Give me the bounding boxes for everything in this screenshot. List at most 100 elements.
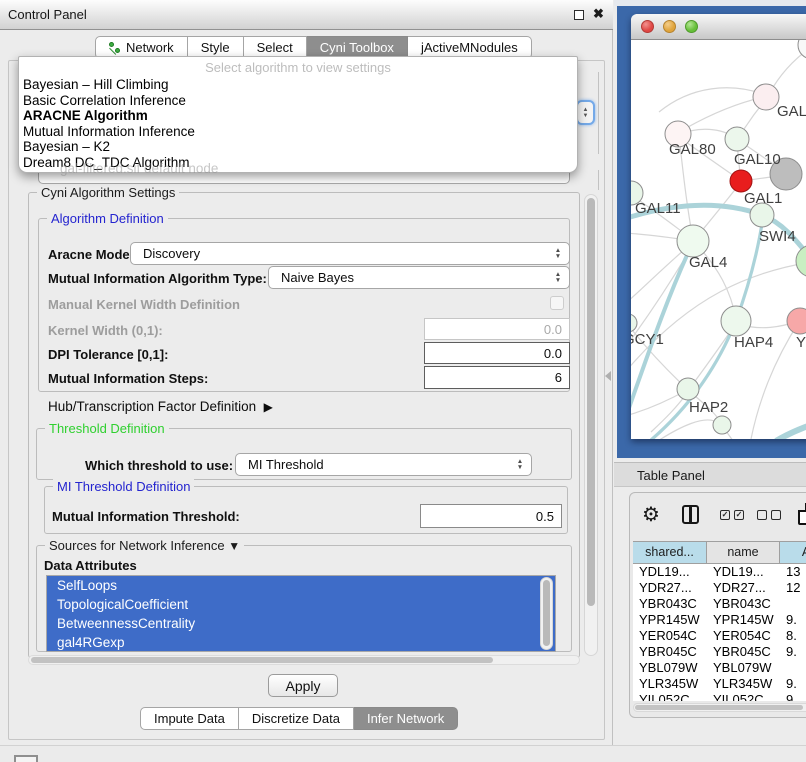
list-item[interactable]: BetweennessCentrality — [47, 614, 555, 633]
node-label: GAL11 — [635, 200, 681, 217]
kernel-width-input[interactable]: 0.0 — [424, 318, 570, 340]
manual-kernel-label: Manual Kernel Width Definition — [48, 297, 240, 312]
group-title: Algorithm Definition — [47, 211, 168, 226]
network-window-titlebar[interactable] — [631, 14, 806, 40]
algorithm-option[interactable]: Mutual Information Inference — [19, 124, 577, 140]
expanded-arrow-icon[interactable]: ▼ — [228, 539, 240, 553]
node-label: HAP2 — [689, 399, 728, 416]
node-gal4[interactable] — [677, 225, 709, 257]
panel-title: Control Panel — [8, 7, 87, 22]
settings-scrollbar[interactable] — [584, 194, 598, 656]
table-row[interactable]: YDR27...YDR27...12 — [633, 580, 806, 596]
checked-checkbox-icon[interactable]: ✓ — [734, 510, 744, 520]
tab-impute-data[interactable]: Impute Data — [140, 707, 239, 730]
hub-factor-expander[interactable]: Hub/Transcription Factor Definition ▶ — [48, 399, 273, 414]
unchecked-checkbox-icon[interactable] — [771, 510, 781, 520]
node-gal10[interactable] — [725, 127, 749, 151]
group-title: Cyni Algorithm Settings — [37, 185, 179, 200]
groupbox-fragment — [598, 170, 599, 190]
apply-button[interactable]: Apply — [268, 674, 338, 697]
kernel-width-label: Kernel Width (0,1): — [48, 323, 163, 338]
column-header[interactable]: A — [780, 542, 806, 563]
checked-checkbox-icon[interactable]: ✓ — [720, 510, 730, 520]
edge — [631, 420, 721, 439]
node-gal-partial[interactable] — [753, 84, 779, 110]
float-window-icon[interactable] — [574, 10, 584, 20]
node-hap2[interactable] — [677, 378, 699, 400]
list-scrollbar[interactable] — [540, 577, 553, 650]
aracne-mode-combo[interactable]: Discovery ▲▼ — [130, 242, 570, 265]
network-graph: GAL GAL80 GAL10 GAL1 GAL11 SWI4 GAL4 GCY… — [631, 40, 806, 439]
which-threshold-combo[interactable]: MI Threshold ▲▼ — [235, 453, 532, 476]
node-label: GCY1 — [631, 331, 664, 348]
node-gcy1[interactable] — [631, 314, 637, 332]
document-icon[interactable] — [798, 503, 806, 525]
scrollbar-thumb[interactable] — [543, 580, 550, 646]
data-attributes-list[interactable]: SelfLoops TopologicalCoefficient Between… — [46, 575, 556, 652]
control-panel-window: Control Panel ✖ Network Style Select Cyn… — [0, 0, 613, 745]
dpi-tolerance-label: DPI Tolerance [0,1]: — [48, 347, 168, 362]
zoom-traffic-icon[interactable] — [685, 20, 698, 33]
mi-steps-input[interactable]: 6 — [424, 366, 570, 389]
scrollbar-thumb[interactable] — [587, 198, 595, 606]
table-row[interactable]: YER054CYER054C8. — [633, 628, 806, 644]
algorithm-dropdown-list: Select algorithm to view settings Bayesi… — [18, 56, 578, 173]
node-label: GAL80 — [669, 141, 716, 158]
scrollbar-thumb[interactable] — [635, 705, 803, 710]
node-hap4[interactable] — [721, 306, 751, 336]
node-gal1-selected[interactable] — [730, 170, 752, 192]
algorithm-option[interactable]: Bayesian – K2 — [19, 139, 577, 155]
mi-threshold-label: Mutual Information Threshold: — [52, 509, 240, 524]
unchecked-checkbox-icon[interactable] — [757, 510, 767, 520]
minimized-panel-icon[interactable] — [14, 755, 38, 762]
tab-infer-network[interactable]: Infer Network — [354, 707, 458, 730]
node-label: SWI4 — [759, 228, 796, 245]
minimize-traffic-icon[interactable] — [663, 20, 676, 33]
tab-discretize-data[interactable]: Discretize Data — [239, 707, 354, 730]
network-view-frame: GAL GAL80 GAL10 GAL1 GAL11 SWI4 GAL4 GCY… — [617, 6, 806, 458]
algorithm-option[interactable]: Bayesian – Hill Climbing — [19, 77, 577, 93]
table-row[interactable]: YBR045CYBR045C9. — [633, 644, 806, 660]
edge — [631, 262, 806, 370]
list-item[interactable]: TopologicalCoefficient — [47, 595, 555, 614]
network-canvas[interactable]: GAL GAL80 GAL10 GAL1 GAL11 SWI4 GAL4 GCY… — [631, 40, 806, 439]
groupbox-fragment — [598, 72, 599, 154]
close-traffic-icon[interactable] — [641, 20, 654, 33]
network-icon — [109, 42, 121, 54]
column-header-shared[interactable]: shared... — [633, 542, 707, 563]
node[interactable] — [713, 416, 731, 434]
node-salmon[interactable] — [787, 308, 806, 334]
node-attribute-table[interactable]: shared... name A YDL19...YDL19...13 YDR2… — [633, 541, 806, 701]
close-icon[interactable]: ✖ — [593, 6, 604, 22]
combo-stepper-focused[interactable]: ▲ ▼ — [576, 100, 595, 125]
algorithm-option-selected[interactable]: ARACNE Algorithm — [19, 108, 577, 124]
table-hscrollbar[interactable] — [633, 703, 806, 712]
mi-type-combo[interactable]: Naive Bayes ▲▼ — [268, 266, 570, 289]
list-item[interactable]: gal4RGexp — [47, 633, 555, 652]
gear-icon[interactable]: ⚙ — [642, 502, 660, 527]
mi-threshold-input[interactable]: 0.5 — [420, 504, 562, 528]
edge — [659, 88, 766, 112]
group-title: MI Threshold Definition — [53, 479, 194, 494]
table-header-row: shared... name A — [633, 542, 806, 564]
node-label: GAL4 — [689, 254, 727, 271]
table-row[interactable]: YDL19...YDL19...13 — [633, 564, 806, 580]
table-row[interactable]: YPR145WYPR145W9. — [633, 612, 806, 628]
table-row[interactable]: YLR345WYLR345W9. — [633, 676, 806, 692]
splitter-collapse-icon[interactable] — [605, 371, 611, 381]
node-big-green[interactable] — [796, 245, 806, 277]
table-row[interactable]: YBR043CYBR043C — [633, 596, 806, 612]
dpi-tolerance-input[interactable]: 0.0 — [424, 342, 570, 364]
manual-kernel-checkbox[interactable] — [550, 296, 564, 310]
column-header-name[interactable]: name — [707, 542, 780, 563]
list-item[interactable]: SelfLoops — [47, 576, 555, 595]
algorithm-option[interactable]: Basic Correlation Inference — [19, 93, 577, 109]
table-row[interactable]: YBL079WYBL079W — [633, 660, 806, 676]
settings-hscrollbar[interactable] — [28, 655, 580, 665]
columns-icon[interactable] — [682, 505, 699, 524]
table-row[interactable]: YIL052CYIL052C9. — [633, 692, 806, 701]
edge-highlighted — [776, 420, 806, 439]
data-attributes-label: Data Attributes — [44, 558, 137, 573]
node-label: HAP4 — [734, 334, 773, 351]
scrollbar-thumb[interactable] — [31, 657, 493, 663]
